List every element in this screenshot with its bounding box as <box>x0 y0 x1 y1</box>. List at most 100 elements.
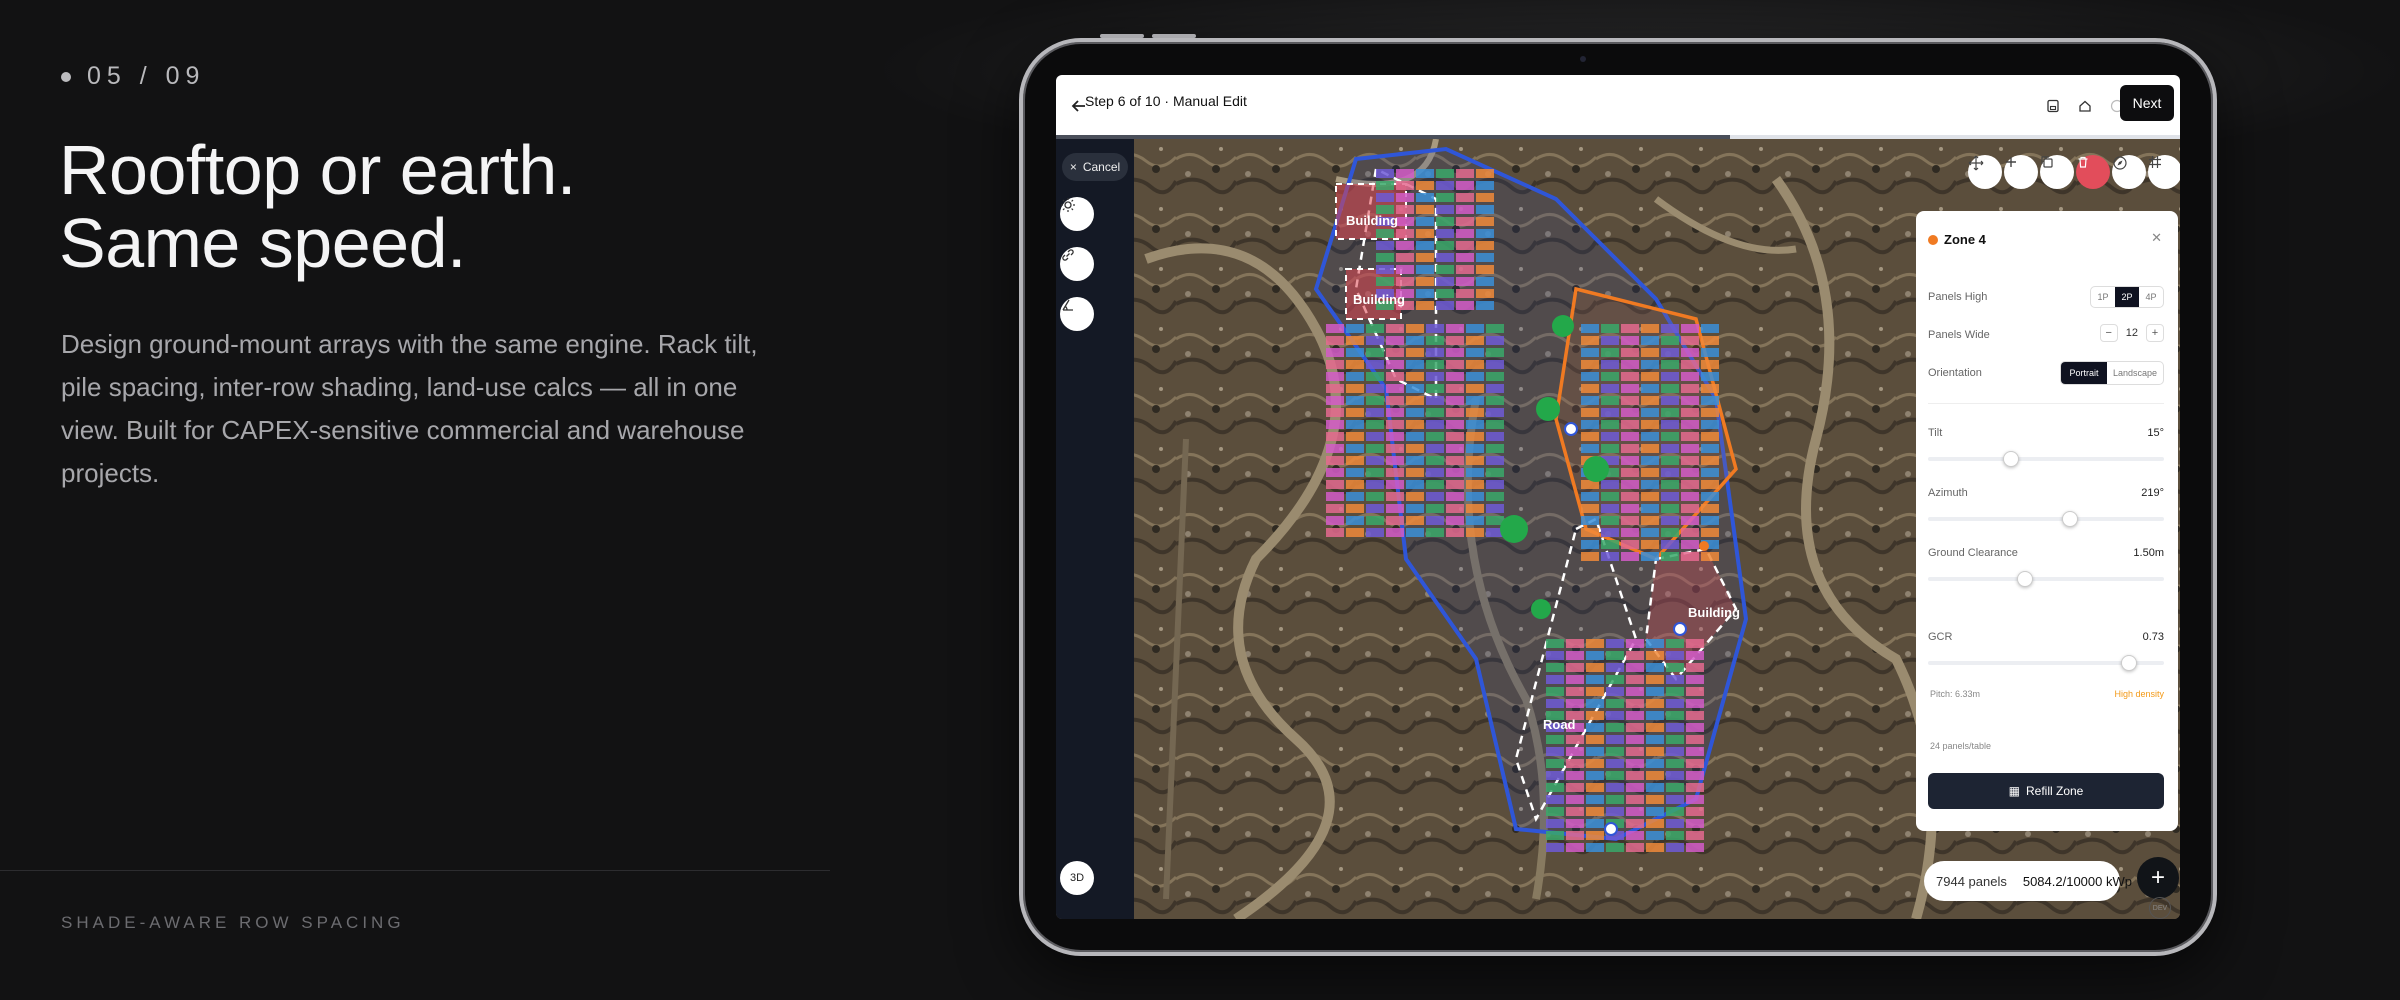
solar-panel <box>1626 723 1644 732</box>
solar-panel <box>1666 675 1684 684</box>
solar-panel <box>1646 843 1664 852</box>
solar-panel <box>1326 480 1344 489</box>
slider-handle[interactable] <box>2002 451 2019 467</box>
solar-panel <box>1621 372 1639 381</box>
solar-panel <box>1581 516 1599 525</box>
link-icon[interactable] <box>1060 247 1094 281</box>
solar-panel <box>1396 241 1414 250</box>
solar-panel <box>1566 651 1584 660</box>
solar-panel <box>1581 360 1599 369</box>
increment-button[interactable]: + <box>2146 324 2164 342</box>
solar-panel <box>1681 456 1699 465</box>
solar-panel <box>1606 687 1624 696</box>
cancel-button[interactable]: × Cancel <box>1062 153 1128 181</box>
solar-panel <box>1346 480 1364 489</box>
solar-panel <box>1436 265 1454 274</box>
move-icon[interactable] <box>1968 155 2002 189</box>
solar-panel <box>1436 253 1454 262</box>
solar-panel <box>1406 348 1424 357</box>
solar-panel <box>1436 277 1454 286</box>
solar-panel <box>1641 348 1659 357</box>
home-icon[interactable] <box>2070 91 2100 121</box>
add-icon[interactable] <box>2004 155 2038 189</box>
gcr-slider[interactable] <box>1928 655 2164 671</box>
dev-badge: DEV <box>2149 897 2171 919</box>
solar-panel <box>1686 819 1704 828</box>
solar-panel <box>1376 229 1394 238</box>
orientation-option[interactable]: Landscape <box>2107 362 2163 384</box>
sun-icon[interactable] <box>1060 197 1094 231</box>
solar-panel <box>1661 552 1679 561</box>
solar-panel <box>1366 516 1384 525</box>
solar-panel <box>1546 795 1564 804</box>
solar-panel <box>1646 687 1664 696</box>
solar-panel <box>1666 843 1684 852</box>
solar-panel <box>1566 759 1584 768</box>
solar-panel <box>1686 807 1704 816</box>
solar-panel <box>1546 807 1564 816</box>
solar-panel <box>1646 819 1664 828</box>
azimuth-label: Azimuth <box>1928 487 1968 499</box>
solar-panel <box>1426 348 1444 357</box>
solar-panel <box>1701 456 1719 465</box>
panels-high-option[interactable]: 4P <box>2139 287 2163 307</box>
solar-panel <box>1456 301 1474 310</box>
slider-handle[interactable] <box>2061 511 2078 527</box>
close-icon[interactable]: ✕ <box>2151 230 2162 246</box>
slider-handle[interactable] <box>2120 655 2137 671</box>
slide-index: 05 / 09 <box>61 62 205 91</box>
ground-clearance-label: Ground Clearance <box>1928 547 2018 559</box>
decrement-button[interactable]: − <box>2099 324 2118 342</box>
tilt-slider[interactable] <box>1928 451 2164 467</box>
three-d-toggle[interactable]: 3D <box>1060 861 1094 895</box>
solar-panel <box>1446 408 1464 417</box>
azimuth-value: 219° <box>2141 487 2164 499</box>
add-zone-button[interactable]: + <box>2137 857 2179 899</box>
solar-panel <box>1606 639 1624 648</box>
solar-panel <box>1436 241 1454 250</box>
save-icon[interactable] <box>2038 91 2068 121</box>
solar-panel <box>1456 277 1474 286</box>
solar-panel <box>1666 711 1684 720</box>
solar-panel <box>1486 468 1504 477</box>
solar-panel <box>1456 253 1474 262</box>
solar-panel <box>1426 468 1444 477</box>
solar-panel <box>1376 169 1394 178</box>
solar-panel <box>1406 480 1424 489</box>
solar-panel <box>1346 528 1364 537</box>
solar-panel <box>1326 360 1344 369</box>
angle-icon[interactable] <box>1060 297 1094 331</box>
panels-high-option-selected[interactable]: 2P <box>2115 287 2139 307</box>
grid-icon[interactable] <box>2148 155 2180 189</box>
next-button[interactable]: Next <box>2120 85 2174 121</box>
solar-panel <box>1376 193 1394 202</box>
solar-panel <box>1701 444 1719 453</box>
solar-panel <box>1326 528 1344 537</box>
solar-panel <box>1566 699 1584 708</box>
slide-counter: 05 / 09 <box>87 62 206 90</box>
panels-wide-value[interactable]: 12 <box>2126 327 2138 339</box>
compass-icon[interactable] <box>2112 155 2146 189</box>
slider-handle[interactable] <box>2016 571 2033 587</box>
solar-panel <box>1466 480 1484 489</box>
ground-clearance-slider[interactable] <box>1928 571 2164 587</box>
azimuth-slider[interactable] <box>1928 511 2164 527</box>
panels-high-option[interactable]: 1P <box>2091 287 2115 307</box>
capacity-readout: 5084.2/10000 kWp <box>2022 873 2132 889</box>
orientation-option-selected[interactable]: Portrait <box>2061 362 2107 384</box>
solar-panel <box>1346 384 1364 393</box>
copy-icon[interactable] <box>2040 155 2074 189</box>
solar-panel <box>1376 241 1394 250</box>
solar-panel <box>1426 360 1444 369</box>
solar-panel <box>1646 711 1664 720</box>
solar-panel <box>1681 396 1699 405</box>
refill-zone-button[interactable]: ▦ Refill Zone <box>1928 773 2164 809</box>
solar-panel <box>1346 408 1364 417</box>
solar-panel <box>1601 360 1619 369</box>
solar-panel <box>1626 699 1644 708</box>
delete-icon[interactable] <box>2076 155 2110 189</box>
solar-panel <box>1586 783 1604 792</box>
solar-panel <box>1476 277 1494 286</box>
satellite-map[interactable]: Building Building Building Road × Cancel… <box>1056 139 2180 919</box>
solar-panel <box>1476 217 1494 226</box>
